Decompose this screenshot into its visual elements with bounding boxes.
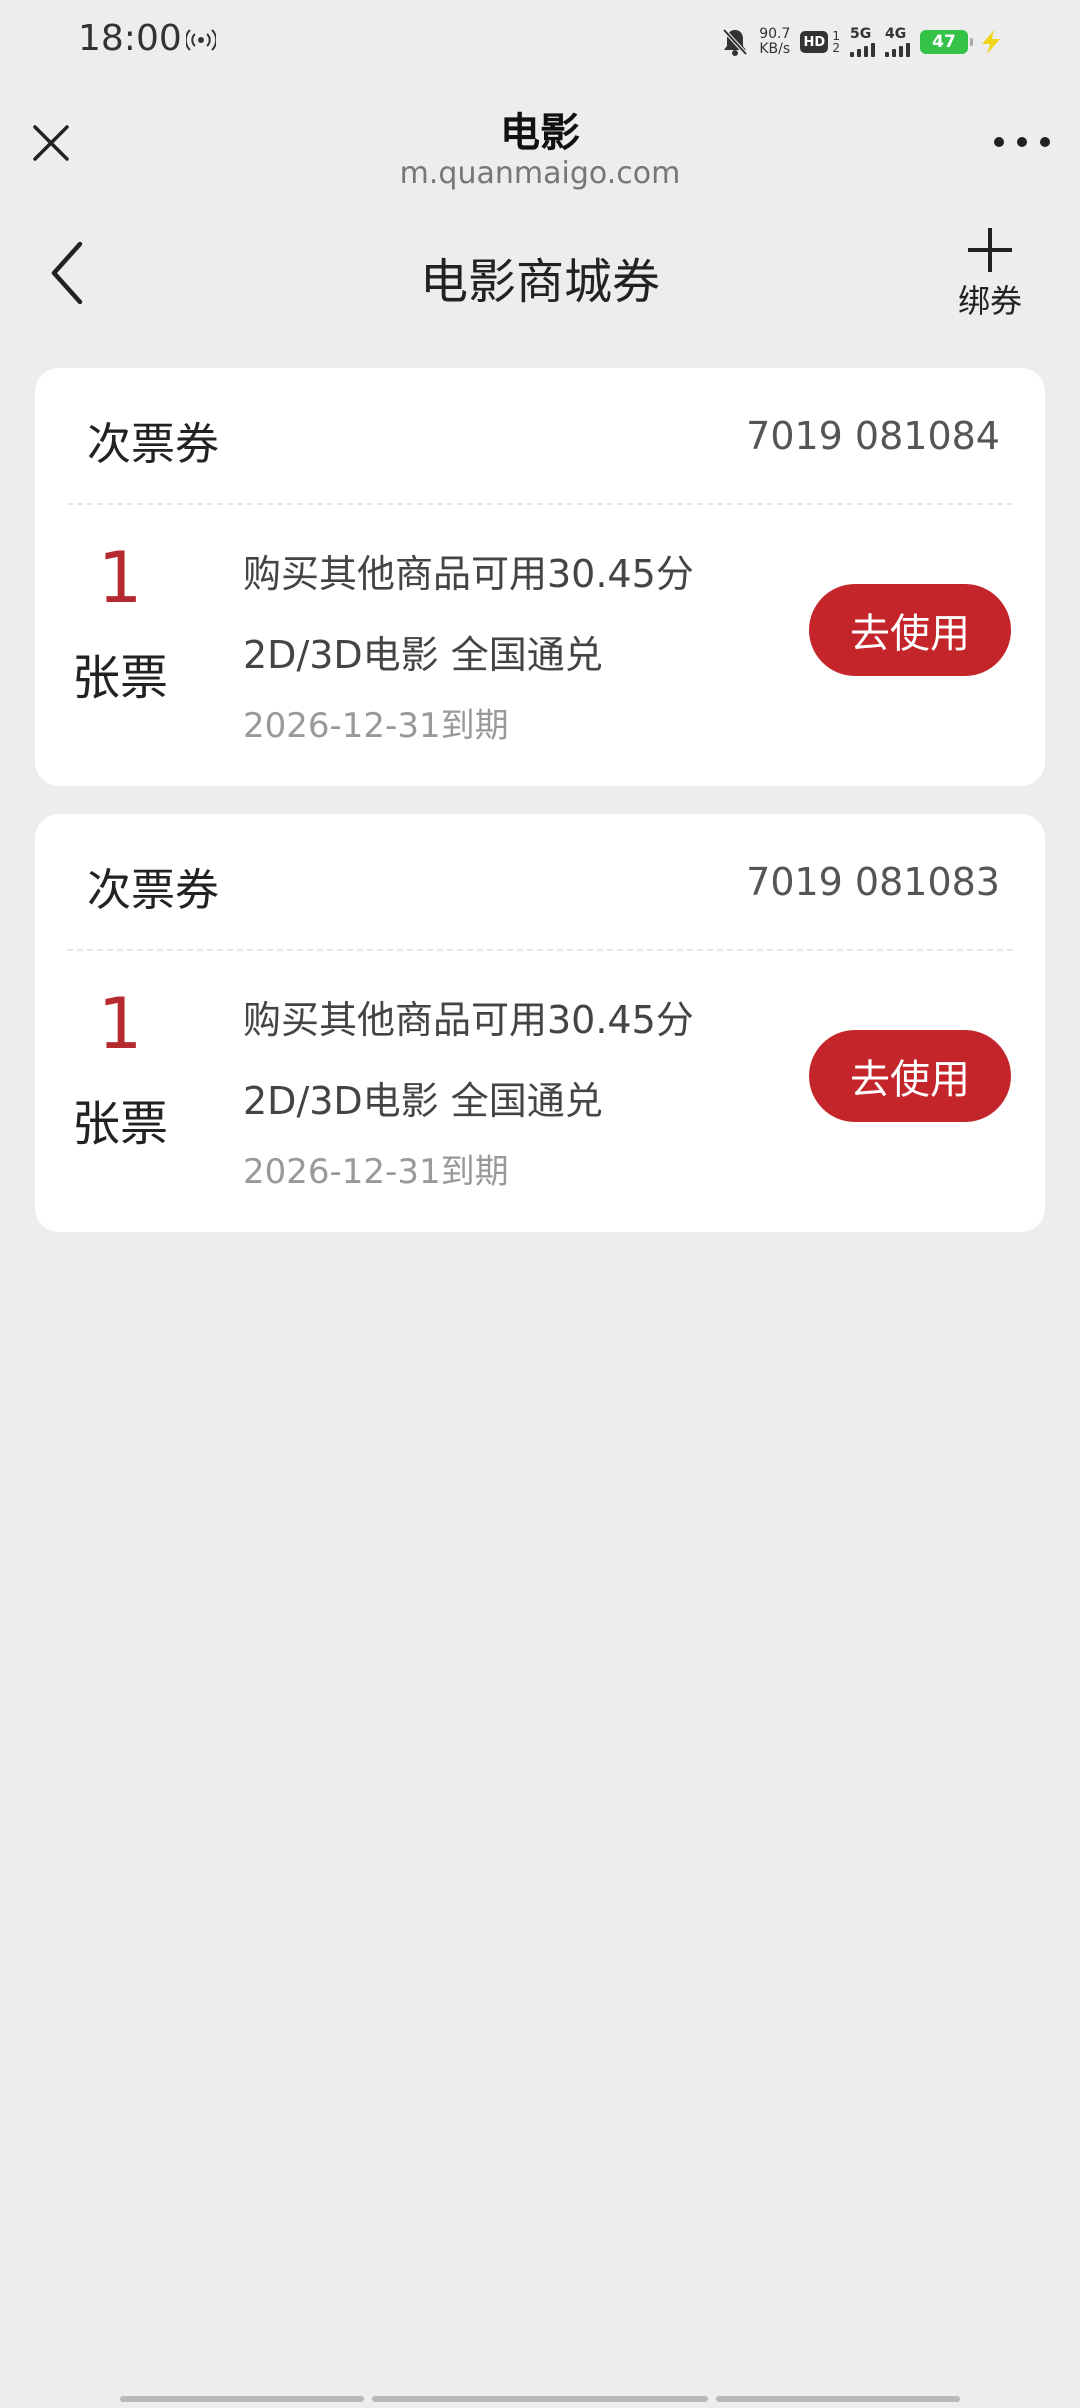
speed-unit: KB/s [759, 41, 791, 57]
coupon-scope: 2D/3D电影 全国通兑 [243, 1079, 603, 1123]
coupon-type: 次票券 [87, 419, 219, 470]
more-options-icon[interactable] [994, 130, 1050, 154]
network-5g-label: 5G [850, 26, 872, 42]
page-nav: 电影商城券 绑券 [0, 210, 1080, 330]
use-coupon-button[interactable]: 去使用 [809, 584, 1011, 676]
use-coupon-button[interactable]: 去使用 [809, 1030, 1011, 1122]
coupon-expiry: 2026-12-31到期 [243, 706, 509, 746]
sim-indicator: 1 2 [832, 30, 840, 54]
coupon-card: 次票券 7019 081083 1 张票 购买其他商品可用30.45分 2D/3… [35, 814, 1045, 1232]
dashed-divider [67, 503, 1013, 505]
coupon-code: 7019 081084 [746, 414, 1000, 458]
mute-bell-icon [722, 28, 748, 56]
coupon-card: 次票券 7019 081084 1 张票 购买其他商品可用30.45分 2D/3… [35, 368, 1045, 786]
network-4g-label: 4G [885, 26, 907, 42]
ticket-unit: 张票 [71, 1096, 168, 1152]
ticket-count: 1 [97, 983, 143, 1065]
battery-icon: 47 [920, 30, 973, 54]
charging-bolt-icon [982, 30, 1000, 54]
dashed-divider [67, 949, 1013, 951]
bind-coupon-button[interactable]: 绑券 [950, 218, 1030, 328]
network-5g: 5G [850, 27, 875, 57]
coupon-type: 次票券 [87, 865, 219, 916]
status-time: 18:00 [78, 18, 182, 59]
browser-header: 电影 m.quanmaigo.com [0, 90, 1080, 210]
hotspot-icon [186, 29, 216, 51]
gesture-handle[interactable] [716, 2396, 960, 2402]
gesture-handle[interactable] [120, 2396, 364, 2402]
status-bar: 18:00 90.7 KB/s HD 1 2 5G 4G 47 [0, 0, 1080, 80]
gesture-handle[interactable] [372, 2396, 708, 2402]
coupon-description: 购买其他商品可用30.45分 [243, 998, 694, 1042]
coupon-expiry: 2026-12-31到期 [243, 1152, 509, 1192]
bind-coupon-label: 绑券 [957, 282, 1022, 320]
signal-bars-icon [885, 41, 910, 57]
coupon-scope: 2D/3D电影 全国通兑 [243, 633, 603, 677]
sim-sub-bottom: 2 [832, 41, 840, 55]
ticket-count: 1 [97, 537, 143, 619]
page-title: 电影商城券 [419, 254, 660, 310]
network-4g: 4G [885, 27, 910, 57]
status-icons: 90.7 KB/s HD 1 2 5G 4G 47 [721, 22, 1004, 62]
network-speed: 90.7 KB/s [759, 27, 790, 57]
signal-bars-icon [850, 41, 875, 57]
ticket-unit: 张票 [71, 650, 168, 706]
coupon-description: 购买其他商品可用30.45分 [243, 552, 694, 596]
coupon-code: 7019 081083 [746, 860, 1000, 904]
plus-icon [968, 228, 1012, 272]
speed-value: 90.7 [759, 26, 791, 42]
hd-badge: HD [800, 31, 829, 53]
browser-url: m.quanmaigo.com [399, 156, 681, 191]
browser-title: 电影 [500, 110, 580, 156]
